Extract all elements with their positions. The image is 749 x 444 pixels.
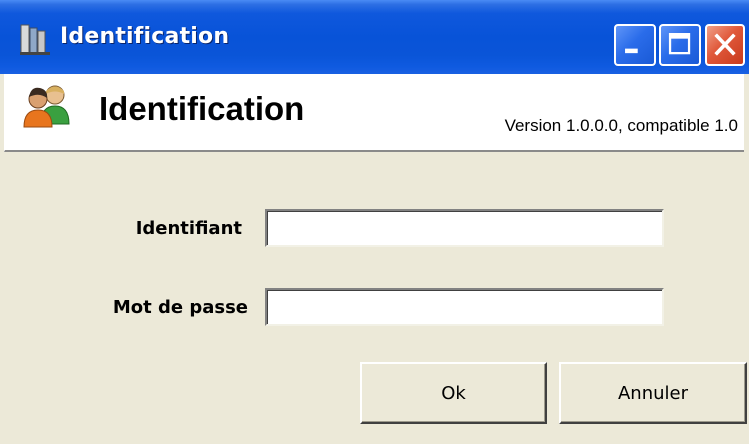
close-icon	[714, 33, 736, 56]
password-label: Mot de passe	[112, 297, 248, 318]
version-label: Version 1.0.0.0, compatible 1.0	[504, 116, 738, 135]
users-icon	[23, 82, 73, 128]
identifier-input[interactable]	[265, 209, 664, 247]
title-bar[interactable]: Identification	[0, 0, 749, 74]
header-panel: Identification Version 1.0.0.0, compatib…	[4, 74, 744, 152]
minimize-icon	[625, 48, 638, 54]
identification-window: Identification Identification Version 1.…	[0, 0, 749, 444]
password-input[interactable]	[265, 288, 664, 326]
maximize-icon	[668, 33, 691, 55]
app-books-icon	[18, 22, 52, 56]
ok-button[interactable]: Ok	[360, 362, 547, 424]
minimize-button[interactable]	[614, 24, 656, 66]
maximize-button[interactable]	[659, 24, 701, 66]
close-button[interactable]	[705, 24, 745, 66]
header-title: Identification	[99, 90, 305, 127]
cancel-button[interactable]: Annuler	[559, 362, 747, 424]
window-title: Identification	[60, 24, 230, 49]
identifier-label: Identifiant	[135, 218, 242, 239]
